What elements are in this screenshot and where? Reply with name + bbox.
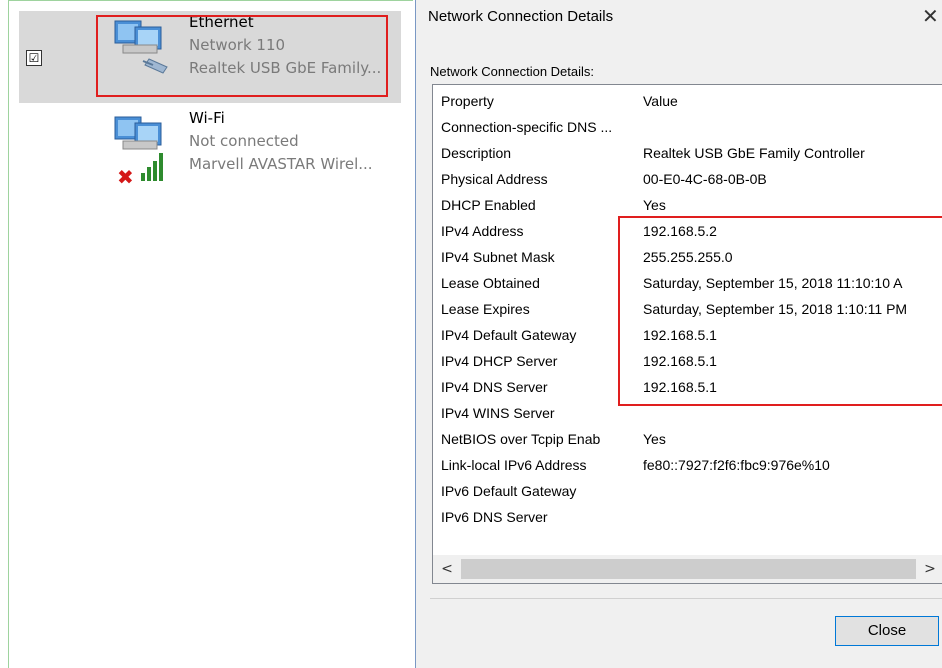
adapter-name: Wi-Fi [189, 109, 225, 127]
value-cell: Realtek USB GbE Family Controller [643, 145, 865, 161]
screenshot-root: ☑ Ethernet Network 110 Realtek USB GbE F… [0, 0, 942, 668]
table-row[interactable]: Physical Address 00-E0-4C-68-0B-0B [433, 167, 942, 193]
property-cell: IPv4 Subnet Mask [441, 249, 555, 265]
value-cell: Yes [643, 431, 666, 447]
value-cell: 00-E0-4C-68-0B-0B [643, 171, 767, 187]
table-row[interactable]: NetBIOS over Tcpip Enab Yes [433, 427, 942, 453]
adapter-checkbox[interactable]: ☑ [26, 50, 42, 66]
property-cell: IPv6 Default Gateway [441, 483, 577, 499]
column-header-value[interactable]: Value [643, 93, 678, 109]
property-cell: IPv4 DNS Server [441, 379, 548, 395]
table-row[interactable]: Lease Obtained Saturday, September 15, 2… [433, 271, 942, 297]
dialog-divider [430, 598, 942, 599]
adapter-name: Ethernet [189, 13, 254, 31]
property-cell: Lease Obtained [441, 275, 540, 291]
table-row[interactable]: IPv6 DNS Server [433, 505, 942, 531]
property-cell: IPv4 Address [441, 223, 524, 239]
table-row[interactable]: Description Realtek USB GbE Family Contr… [433, 141, 942, 167]
table-row[interactable]: IPv4 Subnet Mask 255.255.255.0 [433, 245, 942, 271]
value-cell: Saturday, September 15, 2018 1:10:11 PM [643, 301, 908, 317]
property-cell: Physical Address [441, 171, 548, 187]
details-list[interactable]: Property Value Connection-specific DNS .… [432, 84, 942, 584]
value-cell: Saturday, September 15, 2018 11:10:10 A [643, 275, 903, 291]
adapter-network: Not connected [189, 132, 299, 150]
property-cell: IPv4 WINS Server [441, 405, 555, 421]
value-cell: fe80::7927:f2f6:fbc9:976e%10 [643, 457, 830, 473]
value-cell: 192.168.5.1 [643, 327, 717, 343]
table-row[interactable]: IPv4 Default Gateway 192.168.5.1 [433, 323, 942, 349]
property-cell: DHCP Enabled [441, 197, 536, 213]
network-adapters-panel: ☑ Ethernet Network 110 Realtek USB GbE F… [8, 0, 413, 668]
property-cell: NetBIOS over Tcpip Enab [441, 431, 601, 447]
column-header-property[interactable]: Property [441, 93, 494, 109]
adapter-network: Network 110 [189, 36, 286, 54]
table-row[interactable]: Link-local IPv6 Address fe80::7927:f2f6:… [433, 453, 942, 479]
table-row[interactable]: IPv4 WINS Server [433, 401, 942, 427]
adapter-texts: Ethernet Network 110 Realtek USB GbE Fam… [189, 11, 381, 80]
value-cell: 255.255.255.0 [643, 249, 733, 265]
adapter-device: Marvell AVASTAR Wirel... [189, 155, 373, 173]
adapter-item-ethernet[interactable]: ☑ Ethernet Network 110 Realtek USB GbE F… [19, 11, 401, 103]
table-row[interactable]: IPv4 DNS Server 192.168.5.1 [433, 375, 942, 401]
property-cell: IPv4 Default Gateway [441, 327, 577, 343]
value-cell: 192.168.5.2 [643, 223, 717, 239]
property-cell: Description [441, 145, 512, 161]
table-row[interactable]: Lease Expires Saturday, September 15, 20… [433, 297, 942, 323]
ethernet-adapter-icon [114, 20, 168, 74]
table-row[interactable]: IPv6 Default Gateway [433, 479, 942, 505]
value-cell: 192.168.5.1 [643, 353, 717, 369]
scroll-right-arrow-icon[interactable]: > [920, 559, 940, 579]
adapter-texts: Wi-Fi Not connected Marvell AVASTAR Wire… [189, 107, 373, 176]
property-cell: Connection-specific DNS ... [441, 119, 613, 135]
value-cell: 192.168.5.1 [643, 379, 717, 395]
dialog-title: Network Connection Details [428, 8, 614, 25]
horizontal-scrollbar[interactable]: < > [433, 555, 942, 583]
list-header: Property Value [433, 89, 942, 115]
adapter-device: Realtek USB GbE Family... [189, 59, 382, 77]
details-group-label: Network Connection Details: [430, 64, 595, 79]
scroll-left-arrow-icon[interactable]: < [437, 559, 457, 579]
property-cell: Link-local IPv6 Address [441, 457, 587, 473]
adapter-item-wifi[interactable]: ✖ Wi-Fi Not connected Marvell AVASTAR Wi… [19, 107, 401, 199]
value-cell: Yes [643, 197, 666, 213]
signal-bars-icon [141, 153, 163, 181]
property-cell: Lease Expires [441, 301, 530, 317]
disconnected-x-icon: ✖ [117, 165, 134, 189]
close-icon[interactable]: ✕ [922, 4, 939, 28]
property-cell: IPv6 DNS Server [441, 509, 548, 525]
table-row[interactable]: DHCP Enabled Yes [433, 193, 942, 219]
network-connection-details-dialog: Network Connection Details ✕ Network Con… [415, 0, 942, 668]
scrollbar-thumb[interactable] [461, 559, 916, 579]
close-button[interactable]: Close [835, 616, 939, 646]
table-row[interactable]: Connection-specific DNS ... [433, 115, 942, 141]
table-row[interactable]: IPv4 Address 192.168.5.2 [433, 219, 942, 245]
property-cell: IPv4 DHCP Server [441, 353, 558, 369]
table-row[interactable]: IPv4 DHCP Server 192.168.5.1 [433, 349, 942, 375]
